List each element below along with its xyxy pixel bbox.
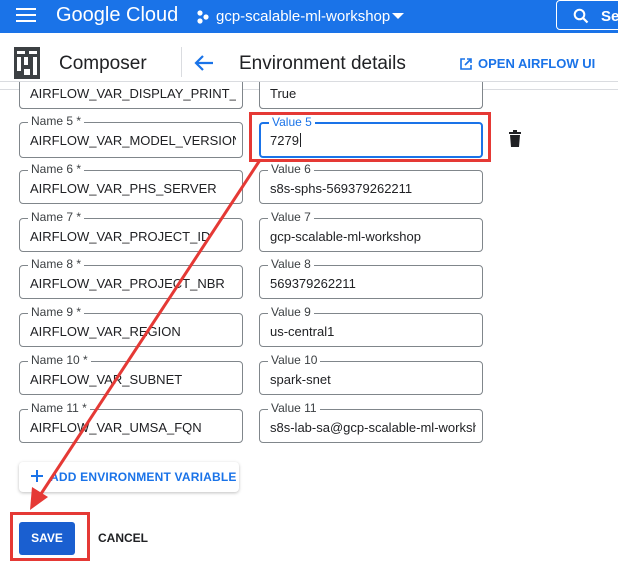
env-name-value: AIRFLOW_VAR_PROJECT_ID xyxy=(30,229,211,244)
env-value-value: 569379262211 xyxy=(270,276,356,291)
open-airflow-label: OPEN AIRFLOW UI xyxy=(478,56,596,71)
annotation-highlight-save-button xyxy=(10,512,90,561)
env-value-label: Value 8 xyxy=(268,257,314,271)
env-value-value: spark-snet xyxy=(270,372,331,387)
page-header-overlay: Composer Environment details OPEN AIRFLO… xyxy=(0,33,618,81)
project-selector[interactable]: gcp-scalable-ml-workshop xyxy=(216,8,390,25)
env-value-field[interactable]: Value 6 s8s-sphs-569379262211 xyxy=(259,162,483,204)
env-name-field[interactable]: Name 11 * AIRFLOW_VAR_UMSA_FQN xyxy=(19,401,243,443)
env-name-label: Name 8 * xyxy=(28,257,85,271)
search-label: Se xyxy=(601,8,618,25)
env-value-field[interactable]: Value 11 s8s-lab-sa@gcp-scalable-ml-work… xyxy=(259,401,483,443)
open-airflow-ui-link[interactable]: OPEN AIRFLOW UI xyxy=(460,56,595,71)
env-value-field[interactable]: Value 10 spark-snet xyxy=(259,353,483,395)
env-value-value: us-central1 xyxy=(270,324,335,339)
env-name-field[interactable]: Name 7 * AIRFLOW_VAR_PROJECT_ID xyxy=(19,210,243,252)
env-name-label: Name 5 * xyxy=(28,114,85,128)
env-value-label: Value 6 xyxy=(268,162,314,176)
env-value-field[interactable]: True xyxy=(259,82,483,109)
env-value-field[interactable]: Value 8 569379262211 xyxy=(259,257,483,299)
env-value-field[interactable]: Value 9 us-central1 xyxy=(259,305,483,347)
env-name-value: AIRFLOW_VAR_REGION xyxy=(30,324,181,339)
trash-icon[interactable] xyxy=(508,130,522,148)
env-value-value: True xyxy=(270,86,297,101)
env-value-label: Value 9 xyxy=(268,305,314,319)
add-environment-variable-label: ADD ENVIRONMENT VARIABLE xyxy=(50,470,237,484)
env-value-label: Value 7 xyxy=(268,210,314,224)
chevron-down-icon[interactable] xyxy=(392,13,404,19)
env-value-value: s8s-lab-sa@gcp-scalable-ml-worksh xyxy=(270,420,476,435)
env-value-value: gcp-scalable-ml-workshop xyxy=(270,229,421,244)
env-name-label: Name 11 * xyxy=(28,401,90,415)
env-name-value: AIRFLOW_VAR_PHS_SERVER xyxy=(30,181,217,196)
open-in-new-icon xyxy=(460,58,472,70)
project-icon xyxy=(197,10,209,24)
env-name-value: AIRFLOW_VAR_SUBNET xyxy=(30,372,183,387)
env-value-value: s8s-sphs-569379262211 xyxy=(270,181,413,196)
env-name-field[interactable]: Name 10 * AIRFLOW_VAR_SUBNET xyxy=(19,353,243,395)
env-name-value: AIRFLOW_VAR_UMSA_FQN xyxy=(30,420,202,435)
env-name-field[interactable]: Name 9 * AIRFLOW_VAR_REGION xyxy=(19,305,243,347)
top-app-bar: Google Cloud gcp-scalable-ml-workshop Se xyxy=(0,0,618,33)
env-name-value: AIRFLOW_VAR_MODEL_VERSION xyxy=(30,133,236,148)
env-name-field[interactable]: Name 8 * AIRFLOW_VAR_PROJECT_NBR xyxy=(19,257,243,299)
search-icon xyxy=(573,8,589,24)
search-button[interactable]: Se xyxy=(556,0,618,30)
header-divider xyxy=(181,47,182,77)
env-name-label: Name 9 * xyxy=(28,305,85,319)
env-value-label: Value 11 xyxy=(268,401,320,415)
env-name-label: Name 10 * xyxy=(28,353,91,367)
back-arrow-icon[interactable] xyxy=(193,53,215,73)
env-name-field[interactable]: AIRFLOW_VAR_DISPLAY_PRINT_ST xyxy=(19,82,243,109)
annotation-highlight-value-field xyxy=(249,112,491,162)
env-name-field[interactable]: Name 5 * AIRFLOW_VAR_MODEL_VERSION xyxy=(19,114,243,158)
composer-logo xyxy=(14,47,40,79)
env-name-field[interactable]: Name 6 * AIRFLOW_VAR_PHS_SERVER xyxy=(19,162,243,204)
menu-icon[interactable] xyxy=(16,8,36,24)
plus-icon xyxy=(31,470,43,482)
env-value-field[interactable]: Value 7 gcp-scalable-ml-workshop xyxy=(259,210,483,252)
add-environment-variable-button[interactable]: ADD ENVIRONMENT VARIABLE xyxy=(19,462,239,492)
cancel-button[interactable]: CANCEL xyxy=(98,531,148,545)
env-value-label: Value 10 xyxy=(268,353,321,367)
env-name-value: AIRFLOW_VAR_PROJECT_NBR xyxy=(30,276,225,291)
env-name-label: Name 7 * xyxy=(28,210,85,224)
product-title: Composer xyxy=(59,53,147,74)
page: Google Cloud gcp-scalable-ml-workshop Se xyxy=(0,0,618,561)
page-title: Environment details xyxy=(239,53,406,74)
brand-logo[interactable]: Google Cloud xyxy=(56,4,178,27)
env-name-label: Name 6 * xyxy=(28,162,85,176)
env-name-value: AIRFLOW_VAR_DISPLAY_PRINT_ST xyxy=(30,86,236,101)
